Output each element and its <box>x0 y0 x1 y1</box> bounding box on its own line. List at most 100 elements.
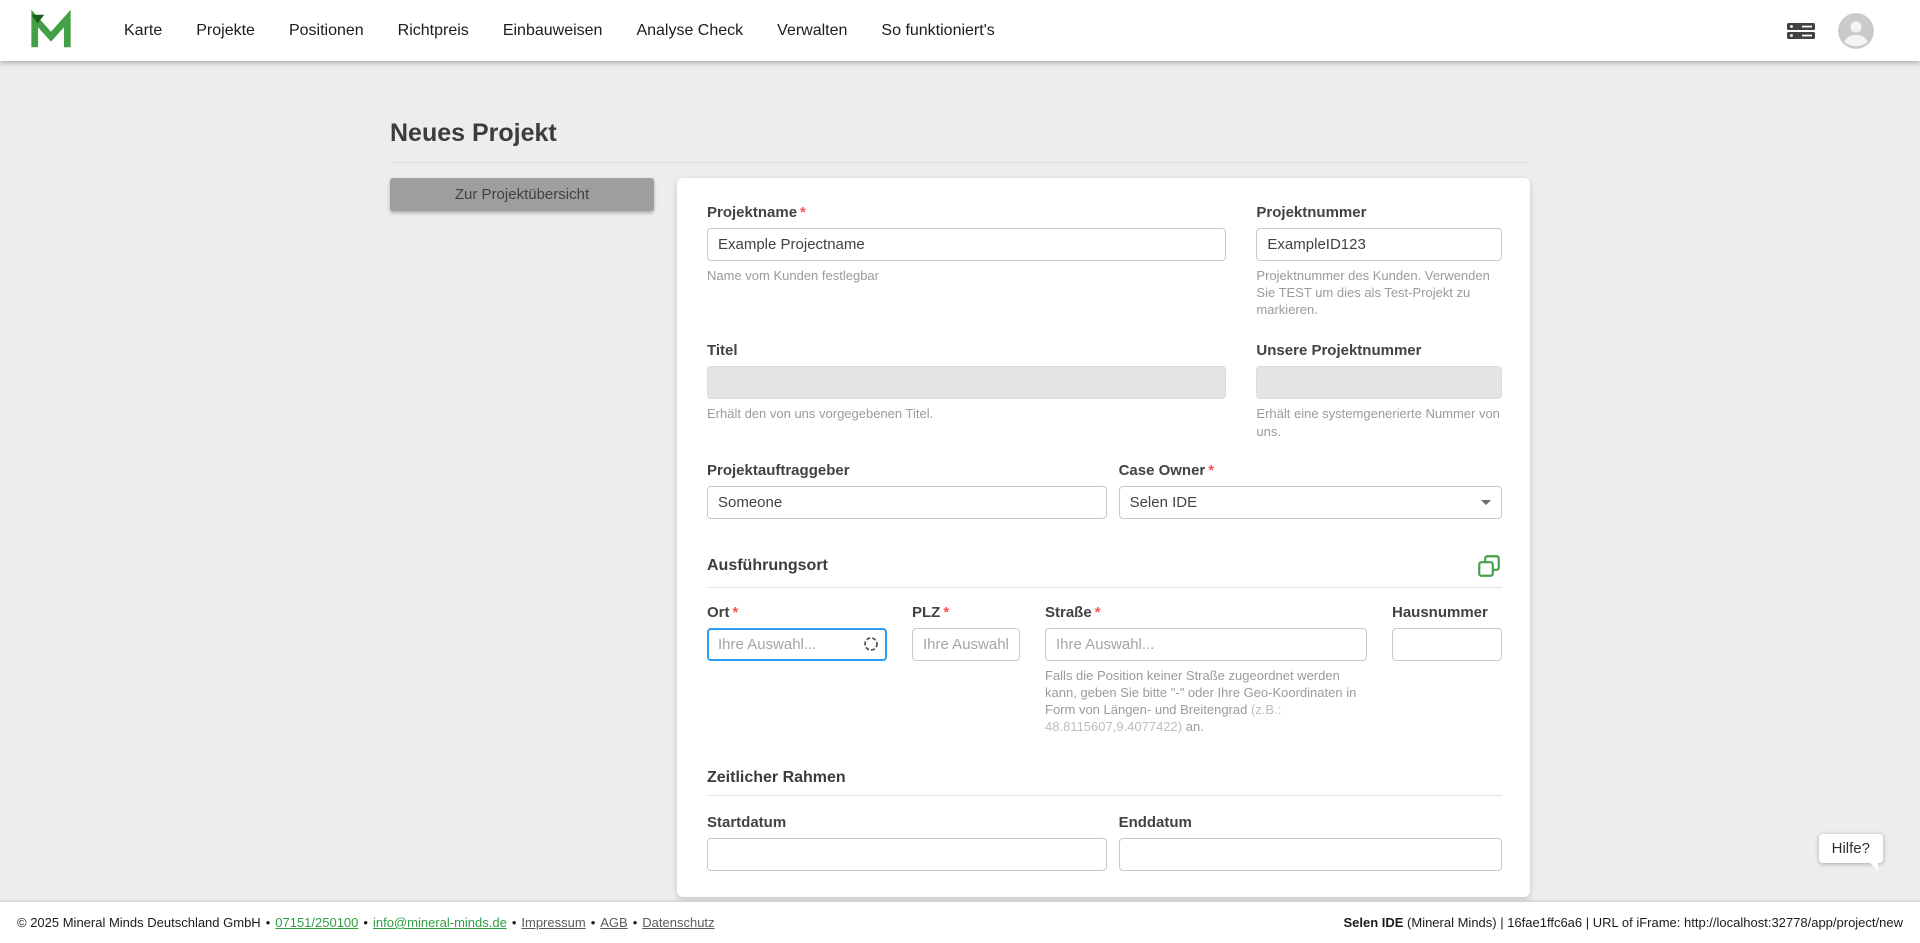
nav-item-analyse-check[interactable]: Analyse Check <box>636 22 743 40</box>
chevron-down-icon <box>1481 500 1491 505</box>
required-marker: * <box>800 204 806 221</box>
form-row-titel-unsere-nummer: Titel Erhält den von uns vorgegebenen Ti… <box>707 342 1502 439</box>
footer-datenschutz-link[interactable]: Datenschutz <box>642 915 714 930</box>
footer-session-info: Selen IDE (Mineral Minds) | 16fae1ffc6a6… <box>1343 915 1903 930</box>
section-ausfuehrungsort-header: Ausführungsort <box>707 553 1502 579</box>
footer-email-link[interactable]: info@mineral-minds.de <box>373 915 507 930</box>
projektnummer-label: Projektnummer <box>1256 204 1366 221</box>
form-row-location: Ort* PLZ* <box>707 604 1502 736</box>
form-row-auftraggeber-owner: Projektauftraggeber Case Owner* Selen ID… <box>707 462 1502 519</box>
footer-impressum-link[interactable]: Impressum <box>521 915 585 930</box>
unsere-projektnummer-input <box>1256 366 1502 399</box>
copy-address-icon[interactable] <box>1476 553 1502 579</box>
projektname-input[interactable] <box>707 228 1226 261</box>
field-startdatum: Startdatum <box>707 814 1107 871</box>
left-column: Zur Projektübersicht <box>390 178 654 211</box>
hausnummer-label: Hausnummer <box>1392 604 1488 621</box>
page-title: Neues Projekt <box>390 119 1530 148</box>
footer-session-rest: (Mineral Minds) | 16fae1ffc6a6 | URL of … <box>1403 915 1903 930</box>
projektauftraggeber-label: Projektauftraggeber <box>707 462 850 479</box>
footer-separator: • <box>363 915 368 930</box>
user-avatar[interactable] <box>1838 13 1874 49</box>
enddatum-input[interactable] <box>1119 838 1502 871</box>
server-rack-icon[interactable] <box>1786 19 1816 43</box>
strasse-helper-suffix: an. <box>1182 719 1204 734</box>
required-marker: * <box>943 604 949 621</box>
person-icon <box>1838 13 1874 49</box>
section-zeitlicher-rahmen-header: Zeitlicher Rahmen <box>707 769 1502 787</box>
enddatum-label: Enddatum <box>1119 814 1192 831</box>
unsere-projektnummer-helper: Erhält eine systemgenerierte Nummer von … <box>1256 405 1502 439</box>
field-projektname: Projektname* Name vom Kunden festlegbar <box>707 204 1226 318</box>
section-divider <box>707 795 1502 796</box>
strasse-input[interactable] <box>1045 628 1367 661</box>
footer-phone-link[interactable]: 07151/250100 <box>275 915 358 930</box>
help-button[interactable]: Hilfe? <box>1819 834 1883 863</box>
nav-item-positionen[interactable]: Positionen <box>289 22 364 40</box>
field-case-owner: Case Owner* Selen IDE <box>1119 462 1502 519</box>
nav-item-richtpreis[interactable]: Richtpreis <box>398 22 469 40</box>
nav-item-projekte[interactable]: Projekte <box>196 22 255 40</box>
footer: © 2025 Mineral Minds Deutschland GmbH • … <box>0 902 1920 943</box>
field-titel: Titel Erhält den von uns vorgegebenen Ti… <box>707 342 1226 439</box>
strasse-helper-main: Falls die Position keiner Straße zugeord… <box>1045 668 1356 717</box>
field-ort: Ort* <box>707 604 887 736</box>
strasse-helper: Falls die Position keiner Straße zugeord… <box>1045 667 1367 736</box>
right-column: Projektname* Name vom Kunden festlegbar … <box>677 178 1530 937</box>
section-divider <box>707 587 1502 588</box>
field-unsere-projektnummer: Unsere Projektnummer Erhält eine systemg… <box>1256 342 1502 439</box>
projektname-helper: Name vom Kunden festlegbar <box>707 267 1226 284</box>
footer-agb-link[interactable]: AGB <box>600 915 627 930</box>
field-strasse: Straße* Falls die Position keiner Straße… <box>1045 604 1367 736</box>
main-content: Neues Projekt Zur Projektübersicht Proje… <box>0 61 1920 937</box>
hausnummer-input[interactable] <box>1392 628 1502 661</box>
top-navbar: Karte Projekte Positionen Richtpreis Ein… <box>0 0 1920 61</box>
form-row-dates: Startdatum Enddatum <box>707 814 1502 871</box>
plz-input[interactable] <box>912 628 1020 661</box>
required-marker: * <box>1208 462 1214 479</box>
startdatum-input[interactable] <box>707 838 1107 871</box>
strasse-label: Straße <box>1045 604 1092 621</box>
case-owner-select[interactable]: Selen IDE <box>1119 486 1502 519</box>
nav-item-einbauweisen[interactable]: Einbauweisen <box>503 22 603 40</box>
startdatum-label: Startdatum <box>707 814 786 831</box>
field-plz: PLZ* <box>912 604 1020 736</box>
projektnummer-helper: Projektnummer des Kunden. Verwenden Sie … <box>1256 267 1502 318</box>
form-row-name-number: Projektname* Name vom Kunden festlegbar … <box>707 204 1502 318</box>
projektname-label: Projektname <box>707 204 797 221</box>
projektauftraggeber-input[interactable] <box>707 486 1107 519</box>
field-enddatum: Enddatum <box>1119 814 1502 871</box>
case-owner-label: Case Owner <box>1119 462 1206 479</box>
footer-separator: • <box>266 915 271 930</box>
footer-separator: • <box>591 915 596 930</box>
ort-label: Ort <box>707 604 730 621</box>
field-projektnummer: Projektnummer Projektnummer des Kunden. … <box>1256 204 1502 318</box>
loading-spinner-icon <box>863 636 879 652</box>
field-projektauftraggeber: Projektauftraggeber <box>707 462 1107 519</box>
footer-copyright: © 2025 Mineral Minds Deutschland GmbH <box>17 915 261 930</box>
field-hausnummer: Hausnummer <box>1392 604 1502 736</box>
ort-input[interactable] <box>707 628 887 661</box>
plz-label: PLZ <box>912 604 940 621</box>
section-zeitlicher-rahmen-title: Zeitlicher Rahmen <box>707 769 846 787</box>
footer-separator: • <box>512 915 517 930</box>
main-nav: Karte Projekte Positionen Richtpreis Ein… <box>124 22 995 40</box>
mineral-minds-logo[interactable] <box>28 8 74 54</box>
titel-helper: Erhält den von uns vorgegebenen Titel. <box>707 405 1226 422</box>
new-project-form-card: Projektname* Name vom Kunden festlegbar … <box>677 178 1530 897</box>
case-owner-value: Selen IDE <box>1130 494 1198 511</box>
footer-session-user: Selen IDE <box>1343 915 1403 930</box>
nav-item-so-funktionierts[interactable]: So funktioniert's <box>881 22 994 40</box>
nav-item-verwalten[interactable]: Verwalten <box>777 22 847 40</box>
title-divider <box>390 162 1530 163</box>
footer-separator: • <box>633 915 638 930</box>
projektnummer-input[interactable] <box>1256 228 1502 261</box>
nav-item-karte[interactable]: Karte <box>124 22 162 40</box>
unsere-projektnummer-label: Unsere Projektnummer <box>1256 342 1421 359</box>
navbar-right <box>1786 13 1874 49</box>
section-ausfuehrungsort-title: Ausführungsort <box>707 557 828 575</box>
required-marker: * <box>1095 604 1101 621</box>
footer-left: © 2025 Mineral Minds Deutschland GmbH • … <box>17 915 715 930</box>
required-marker: * <box>733 604 739 621</box>
project-overview-button[interactable]: Zur Projektübersicht <box>390 178 654 211</box>
